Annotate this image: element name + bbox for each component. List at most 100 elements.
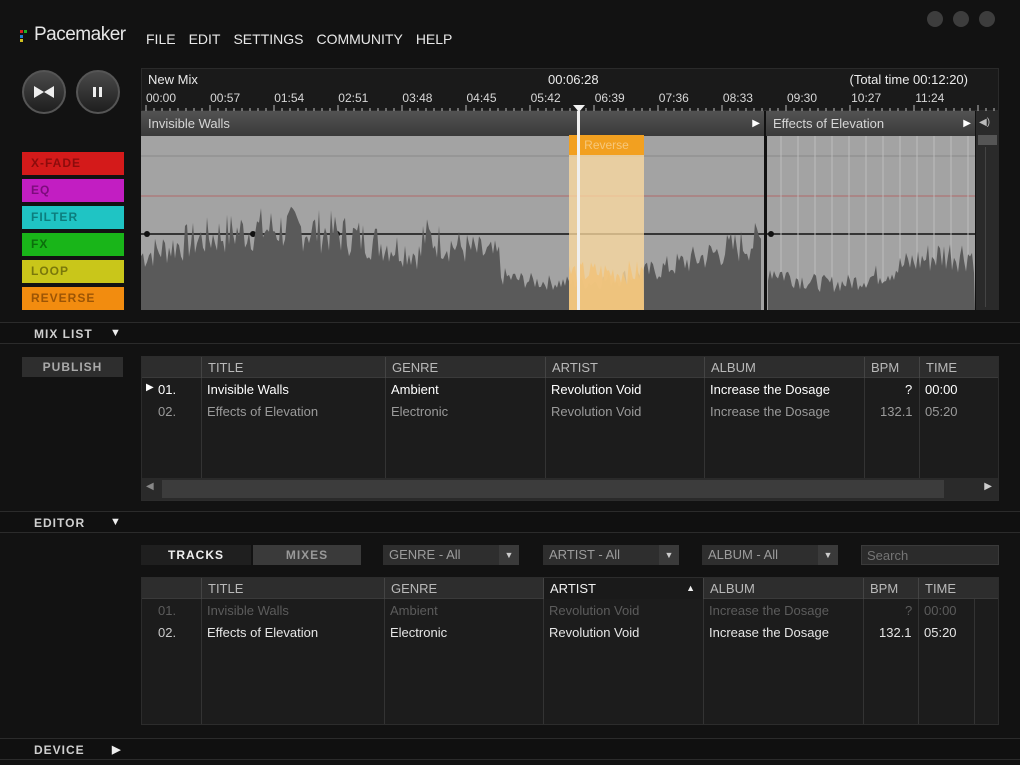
- col-artist[interactable]: ARTIST ▲: [543, 578, 703, 599]
- genre-filter-dropdown[interactable]: GENRE - All ▼: [383, 545, 519, 565]
- play-bowtie-icon: [34, 86, 54, 98]
- tick-label: 01:54: [274, 91, 305, 105]
- tick-label: 04:45: [466, 91, 497, 105]
- pause-button[interactable]: [76, 70, 120, 114]
- row-time: 00:00: [924, 603, 957, 618]
- chevron-down-icon: ▼: [659, 545, 679, 565]
- maximize-button[interactable]: [953, 11, 969, 27]
- row-album: Increase the Dosage: [710, 404, 830, 419]
- row-num: 02.: [158, 404, 177, 419]
- publish-button[interactable]: PUBLISH: [22, 357, 123, 377]
- menu-settings[interactable]: SETTINGS: [233, 31, 303, 47]
- row-artist: Revolution Void: [551, 404, 642, 419]
- mix-list-header[interactable]: MIX LIST ▼: [0, 322, 1020, 344]
- menu-file[interactable]: FILE: [146, 31, 176, 47]
- device-header[interactable]: DEVICE ▶: [0, 738, 1020, 760]
- timeline-ruler[interactable]: New Mix 00:06:28 (Total time 00:12:20) 0…: [141, 68, 999, 112]
- col-time[interactable]: TIME: [919, 357, 998, 378]
- tab-tracks[interactable]: TRACKS: [141, 545, 251, 565]
- row-title: Effects of Elevation: [207, 625, 319, 640]
- mix-list-table-header: TITLE GENRE ARTIST ALBUM BPM TIME: [142, 357, 998, 378]
- track-header-1[interactable]: Invisible Walls ▶: [141, 111, 764, 136]
- table-row[interactable]: 02. Effects of Elevation Electronic Revo…: [142, 623, 998, 643]
- col-bpm[interactable]: BPM: [863, 578, 918, 599]
- menu-edit[interactable]: EDIT: [189, 31, 221, 47]
- horizontal-scrollbar[interactable]: ◀ ▶: [142, 478, 998, 500]
- total-time: (Total time 00:12:20): [849, 72, 968, 87]
- volume-slider[interactable]: [978, 135, 997, 145]
- album-filter-dropdown[interactable]: ALBUM - All ▼: [702, 545, 838, 565]
- col-title[interactable]: TITLE: [201, 357, 385, 378]
- row-num: 01.: [158, 382, 177, 397]
- filter-button[interactable]: FILTER: [22, 206, 124, 229]
- minimize-button[interactable]: [927, 11, 943, 27]
- menu-help[interactable]: HELP: [416, 31, 453, 47]
- scroll-left-icon[interactable]: ◀: [146, 481, 154, 492]
- col-title[interactable]: TITLE: [201, 578, 384, 599]
- current-time: 00:06:28: [548, 72, 599, 87]
- row-album: Increase the Dosage: [709, 625, 829, 640]
- col-time[interactable]: TIME: [918, 578, 974, 599]
- tick-label: 03:48: [402, 91, 433, 105]
- row-artist: Revolution Void: [549, 625, 640, 640]
- track-header-2[interactable]: Effects of Elevation ▶: [766, 111, 975, 136]
- row-artist: Revolution Void: [549, 603, 640, 618]
- table-row[interactable]: 01. Invisible Walls Ambient Revolution V…: [142, 601, 998, 621]
- album-filter-value: ALBUM - All: [708, 547, 779, 562]
- mix-list-table: TITLE GENRE ARTIST ALBUM BPM TIME ▶ 01. …: [141, 356, 999, 501]
- editor-header[interactable]: EDITOR ▼: [0, 511, 1020, 533]
- row-num: 01.: [158, 603, 177, 618]
- row-bpm: ?: [905, 382, 913, 397]
- col-genre[interactable]: GENRE: [385, 357, 545, 378]
- play-button[interactable]: [22, 70, 66, 114]
- track-name-2: Effects of Elevation: [773, 116, 885, 131]
- row-title: Invisible Walls: [207, 382, 289, 397]
- row-genre: Electronic: [391, 404, 449, 419]
- artist-filter-dropdown[interactable]: ARTIST - All ▼: [543, 545, 679, 565]
- col-album[interactable]: ALBUM: [704, 357, 864, 378]
- volume-panel[interactable]: ◀): [976, 111, 999, 310]
- table-row[interactable]: 02. Effects of Elevation Electronic Revo…: [142, 402, 998, 422]
- tick-label: 00:57: [210, 91, 241, 105]
- tick-label: 11:24: [915, 91, 945, 105]
- track-lane[interactable]: Invisible Walls ▶ Effects of Elevation ▶…: [141, 111, 975, 310]
- col-genre[interactable]: GENRE: [384, 578, 543, 599]
- menu-community[interactable]: COMMUNITY: [316, 31, 402, 47]
- fx-button[interactable]: FX: [22, 233, 124, 256]
- reverse-button[interactable]: REVERSE: [22, 287, 124, 310]
- col-artist[interactable]: ARTIST: [545, 357, 704, 378]
- xfade-button[interactable]: X-FADE: [22, 152, 124, 175]
- tick-label: 08:33: [722, 91, 753, 105]
- row-genre: Ambient: [390, 603, 438, 618]
- reverse-effect-region[interactable]: Reverse: [569, 135, 644, 310]
- scroll-right-icon[interactable]: ▶: [984, 481, 992, 492]
- tick-label: 09:30: [787, 91, 818, 105]
- row-bpm: 132.1: [880, 404, 913, 419]
- close-button[interactable]: [979, 11, 995, 27]
- scrollbar-thumb[interactable]: [162, 480, 944, 498]
- col-bpm[interactable]: BPM: [864, 357, 919, 378]
- chevron-down-icon: ▼: [110, 516, 121, 528]
- row-genre: Ambient: [391, 382, 439, 397]
- tick-label: 05:42: [530, 91, 561, 105]
- pacemaker-logo: Pacemaker: [20, 24, 126, 46]
- eq-button[interactable]: EQ: [22, 179, 124, 202]
- logo-text: Pacemaker: [34, 24, 126, 45]
- search-input[interactable]: [861, 545, 999, 565]
- playhead[interactable]: [577, 111, 580, 310]
- chevron-down-icon: ▼: [499, 545, 519, 565]
- pause-icon: [93, 87, 102, 97]
- table-row[interactable]: ▶ 01. Invisible Walls Ambient Revolution…: [142, 380, 998, 400]
- speaker-icon: ◀): [979, 117, 991, 128]
- chevron-down-icon: ▼: [110, 327, 121, 339]
- row-artist: Revolution Void: [551, 382, 642, 397]
- col-artist-label: ARTIST: [550, 581, 596, 596]
- loop-button[interactable]: LOOP: [22, 260, 124, 283]
- col-album[interactable]: ALBUM: [703, 578, 863, 599]
- reverse-region-label: Reverse: [569, 135, 644, 155]
- tick-label: 07:36: [658, 91, 689, 105]
- menu-bar: FILE EDIT SETTINGS COMMUNITY HELP: [146, 31, 452, 47]
- row-title: Effects of Elevation: [207, 404, 319, 419]
- tick-label: 06:39: [594, 91, 625, 105]
- tab-mixes[interactable]: MIXES: [253, 545, 361, 565]
